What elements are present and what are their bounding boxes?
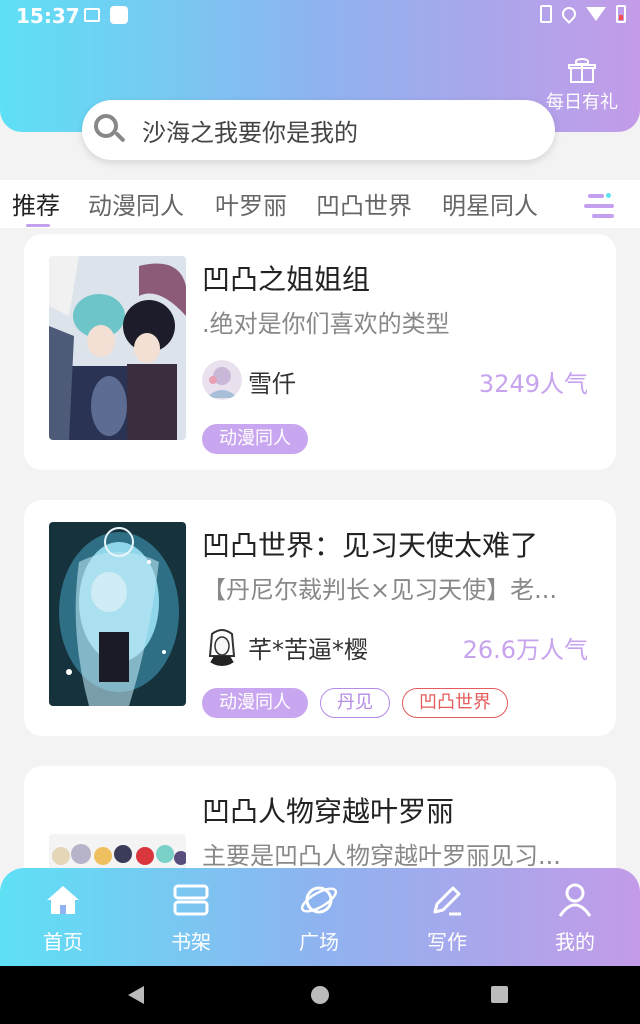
author-name: 芊*苦逼*樱 bbox=[248, 636, 368, 664]
tag-aotu-world[interactable]: 凹凸世界 bbox=[402, 688, 508, 718]
status-icons bbox=[540, 4, 626, 24]
pencil-icon bbox=[433, 886, 461, 916]
book-description: 【丹尼尔裁判长×见习天使】老... bbox=[202, 576, 557, 604]
planet-icon bbox=[300, 886, 338, 914]
nav-plaza-label: 广场 bbox=[299, 930, 339, 954]
search-icon bbox=[94, 114, 126, 146]
author-avatar bbox=[202, 626, 242, 666]
book-cover bbox=[49, 522, 186, 706]
tag-list: 动漫同人 丹见 凹凸世界 bbox=[202, 688, 508, 718]
author-avatar bbox=[202, 360, 242, 400]
book-description: .绝对是你们喜欢的类型 bbox=[202, 310, 450, 338]
tab-anime-fanfic[interactable]: 动漫同人 bbox=[88, 186, 184, 221]
tab-recommend[interactable]: 推荐 bbox=[12, 186, 60, 221]
nav-mine-label: 我的 bbox=[555, 930, 595, 954]
book-card[interactable]: 凹凸之姐姐组 .绝对是你们喜欢的类型 雪仟 3249人气 动漫同人 bbox=[24, 234, 616, 470]
book-description: 主要是凹凸人物穿越叶罗丽见习... bbox=[202, 842, 561, 868]
book-cover bbox=[49, 834, 186, 868]
app-notification-icon bbox=[110, 6, 128, 24]
bottom-navigation: 首页 书架 广场 写作 我的 bbox=[0, 868, 640, 966]
author-row: 雪仟 3249人气 bbox=[202, 360, 588, 404]
book-list: 凹凸之姐姐组 .绝对是你们喜欢的类型 雪仟 3249人气 动漫同人 凹凸世界：见… bbox=[0, 228, 640, 868]
nav-home[interactable]: 首页 bbox=[13, 880, 113, 955]
tab-aotu-world[interactable]: 凹凸世界 bbox=[316, 186, 412, 221]
status-bar: 15:37 bbox=[0, 0, 640, 32]
search-bar[interactable]: 沙海之我要你是我的 bbox=[82, 100, 555, 160]
book-card[interactable]: 凹凸世界：见习天使太难了 【丹尼尔裁判长×见习天使】老... 芊*苦逼*樱 26… bbox=[24, 500, 616, 736]
author-row: 芊*苦逼*樱 26.6万人气 bbox=[202, 626, 588, 670]
home-icon bbox=[47, 886, 79, 914]
nav-bookshelf[interactable]: 书架 bbox=[141, 880, 241, 955]
gallery-notification-icon bbox=[84, 8, 100, 22]
book-card[interactable]: 凹凸人物穿越叶罗丽 主要是凹凸人物穿越叶罗丽见习... bbox=[24, 766, 616, 868]
book-title: 凹凸之姐姐组 bbox=[202, 263, 371, 296]
category-menu-icon[interactable] bbox=[584, 192, 616, 220]
system-navigation-bar bbox=[0, 966, 640, 1024]
book-title: 凹凸世界：见习天使太难了 bbox=[202, 529, 539, 562]
battery-icon bbox=[616, 5, 626, 23]
user-icon bbox=[558, 883, 592, 917]
daily-gift-button[interactable]: 每日有礼 bbox=[542, 58, 622, 114]
author-name: 雪仟 bbox=[248, 370, 296, 398]
recent-apps-icon[interactable] bbox=[491, 986, 508, 1003]
book-title: 凹凸人物穿越叶罗丽 bbox=[202, 795, 455, 828]
active-tab-indicator bbox=[26, 224, 50, 227]
gift-icon bbox=[568, 58, 596, 84]
back-icon[interactable] bbox=[128, 986, 144, 1004]
nav-bookshelf-label: 书架 bbox=[171, 930, 211, 954]
wifi-icon bbox=[586, 7, 606, 21]
nav-write[interactable]: 写作 bbox=[397, 880, 497, 955]
bookshelf-icon bbox=[173, 884, 209, 916]
tag-anime-fanfic[interactable]: 动漫同人 bbox=[202, 688, 308, 718]
nav-home-label: 首页 bbox=[43, 930, 83, 954]
popularity-count: 3249人气 bbox=[478, 370, 588, 398]
nav-mine[interactable]: 我的 bbox=[525, 880, 625, 955]
book-cover bbox=[49, 256, 186, 440]
home-circle-icon[interactable] bbox=[311, 986, 329, 1004]
tag-anime-fanfic[interactable]: 动漫同人 bbox=[202, 424, 308, 454]
nav-plaza[interactable]: 广场 bbox=[269, 880, 369, 955]
search-placeholder: 沙海之我要你是我的 bbox=[142, 118, 358, 147]
status-time: 15:37 bbox=[16, 4, 80, 28]
tag-list: 动漫同人 bbox=[202, 424, 308, 454]
category-tabs: 推荐 动漫同人 叶罗丽 凹凸世界 明星同人 bbox=[0, 180, 640, 228]
nav-write-label: 写作 bbox=[427, 930, 467, 954]
popularity-count: 26.6万人气 bbox=[462, 636, 588, 664]
tab-celebrity-fanfic[interactable]: 明星同人 bbox=[442, 186, 538, 221]
tab-yeluoli[interactable]: 叶罗丽 bbox=[215, 186, 287, 221]
vibrate-icon bbox=[540, 5, 552, 23]
tag-danjian[interactable]: 丹见 bbox=[320, 688, 390, 718]
location-icon bbox=[559, 4, 579, 24]
daily-gift-label: 每日有礼 bbox=[546, 92, 618, 113]
